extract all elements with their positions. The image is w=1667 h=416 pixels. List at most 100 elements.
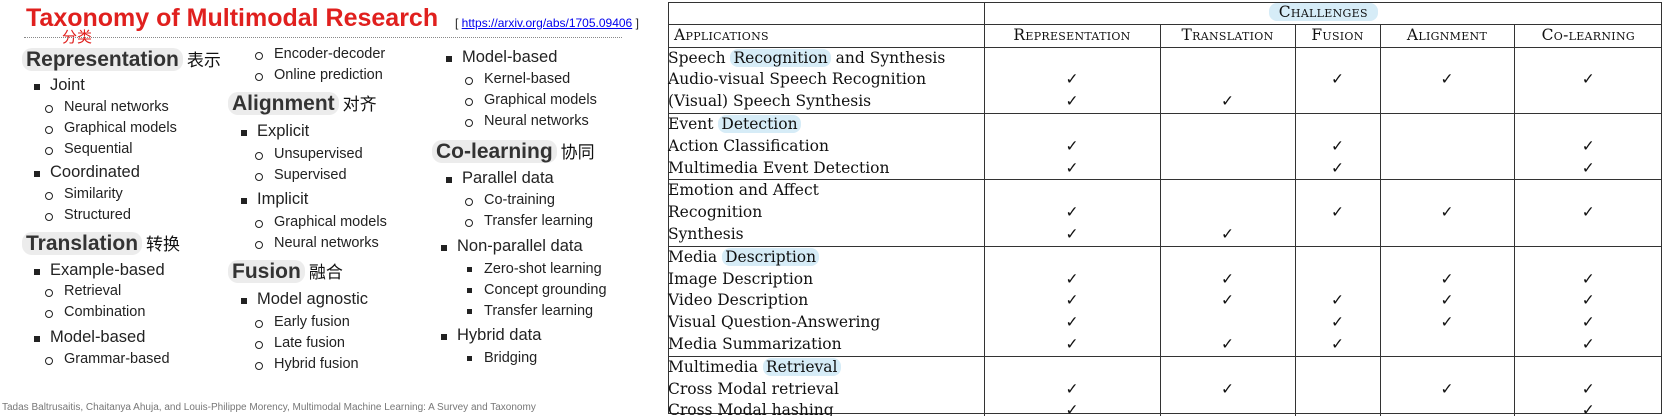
category-alignment: Alignment 对齐: [228, 90, 377, 116]
category-translation: Translation 转换: [22, 230, 180, 256]
list-item: Neural networks: [465, 113, 589, 129]
checkmark-icon: ✓: [1513, 400, 1663, 416]
checkmark-icon: ✓: [983, 290, 1160, 313]
application-name: Video Description: [668, 291, 809, 310]
category-fusion: Fusion 融合: [228, 258, 343, 284]
application-name: Cross Modal hashing: [668, 401, 834, 416]
group-row: Event Detection: [668, 112, 1663, 136]
application-name: Image Description: [668, 269, 814, 288]
checkmark-icon: ✓: [1379, 202, 1514, 224]
subcategory-coordinated: Coordinated: [34, 163, 140, 181]
table-row: Cross Modal retrieval ✓ ✓ ✓ ✓: [668, 378, 1663, 401]
empty-cell: [1379, 400, 1514, 416]
list-item: Transfer learning: [464, 213, 594, 229]
title-divider: [24, 37, 622, 38]
list-item: Graphical models: [255, 214, 387, 230]
list-item: Online prediction: [255, 67, 383, 83]
checkmark-icon: ✓: [983, 157, 1160, 180]
column-header: Fusion: [1294, 23, 1380, 48]
checkmark-icon: ✓: [1513, 69, 1663, 92]
checkmark-icon: ✓: [1513, 268, 1663, 291]
subcategory-explicit: Explicit: [240, 122, 310, 140]
table-body: Speech Recognition and Synthesis Audio-vi…: [668, 46, 1663, 416]
empty-cell: [1159, 202, 1295, 224]
list-item: Co-training: [465, 192, 555, 208]
category-representation: Representation 表示: [22, 46, 221, 72]
application-name: Action Classification: [668, 136, 829, 155]
group-row: Speech Recognition and Synthesis: [668, 46, 1663, 70]
checkmark-icon: ✓: [1513, 290, 1663, 313]
application-name: Cross Modal retrieval: [668, 379, 839, 398]
application-name: Synthesis: [668, 224, 744, 243]
empty-cell: [1379, 91, 1514, 114]
column-header: Representation: [983, 23, 1160, 48]
checkmark-icon: ✓: [1294, 290, 1380, 313]
column-header-row: Applications Representation Translation …: [668, 23, 1663, 48]
list-item: Hybrid fusion: [255, 356, 359, 372]
checkmark-icon: ✓: [983, 400, 1160, 416]
checkmark-icon: ✓: [1379, 268, 1514, 291]
challenges-header-row: Challenges: [668, 2, 1663, 25]
applications-table: Challenges Applications Representation T…: [668, 2, 1663, 416]
checkmark-icon: ✓: [1379, 69, 1514, 92]
applications-header: Applications: [668, 23, 984, 48]
list-item: Neural networks: [45, 99, 169, 115]
group-name: Emotion and Affect: [668, 179, 984, 203]
column-header: Co-learning: [1513, 23, 1663, 48]
checkmark-icon: ✓: [983, 223, 1160, 247]
citation-credit: Tadas Baltrusaitis, Chaitanya Ahuja, and…: [2, 402, 536, 413]
subcategory-model-agnostic: Model agnostic: [241, 290, 368, 308]
arxiv-link[interactable]: https://arxiv.org/abs/1705.09406: [462, 16, 633, 30]
list-item: Bridging: [466, 350, 538, 366]
checkmark-icon: ✓: [983, 268, 1160, 291]
checkmark-icon: ✓: [983, 378, 1160, 401]
challenges-header: Challenges: [983, 2, 1663, 25]
checkmark-icon: ✓: [1379, 378, 1514, 401]
list-item: Late fusion: [255, 335, 345, 351]
checkmark-icon: ✓: [983, 69, 1160, 92]
list-item: Supervised: [255, 167, 347, 183]
group-name: Speech Recognition and Synthesis: [668, 46, 984, 70]
empty-cell: [1159, 312, 1295, 334]
application-name: (Visual) Speech Synthesis: [668, 92, 872, 111]
list-item: Neural networks: [255, 235, 379, 251]
list-item: Retrieval: [44, 283, 122, 299]
empty-cell: [1294, 400, 1380, 416]
empty-cell: [1159, 135, 1295, 158]
list-item: Encoder-decoder: [254, 46, 386, 62]
empty-cell: [1379, 135, 1514, 158]
checkmark-icon: ✓: [1513, 157, 1663, 180]
list-item: Zero-shot learning: [467, 261, 602, 277]
list-item: Kernel-based: [464, 71, 571, 87]
group-row: Multimedia Retrieval: [668, 355, 1663, 379]
empty-cell: [1159, 69, 1295, 92]
checkmark-icon: ✓: [1159, 378, 1295, 401]
checkmark-icon: ✓: [1513, 312, 1663, 334]
checkmark-icon: ✓: [1159, 333, 1295, 357]
checkmark-icon: ✓: [1294, 333, 1380, 357]
checkmark-icon: ✓: [983, 135, 1160, 158]
table-row: Synthesis ✓ ✓: [668, 223, 1663, 247]
table-row: Cross Modal hashing ✓ ✓: [668, 400, 1663, 416]
list-item: Transfer learning: [466, 303, 594, 319]
subcategory-hybrid-data: Hybrid data: [440, 326, 542, 344]
application-name: Visual Question-Answering: [668, 313, 881, 332]
table-row: Media Summarization ✓ ✓ ✓ ✓: [668, 333, 1663, 357]
category-colearning: Co-learning 协同: [432, 138, 595, 164]
table-row: Video Description ✓ ✓ ✓ ✓ ✓: [668, 290, 1663, 313]
list-item: Sequential: [45, 141, 133, 157]
table-row: Audio-visual Speech Recognition ✓ ✓ ✓ ✓: [668, 69, 1663, 92]
checkmark-icon: ✓: [1513, 333, 1663, 357]
checkmark-icon: ✓: [1159, 223, 1295, 247]
list-item: Unsupervised: [255, 146, 363, 162]
checkmark-icon: ✓: [1159, 290, 1295, 313]
application-name: Multimedia Event Detection: [668, 158, 890, 177]
empty-cell: [1294, 223, 1380, 247]
empty-cell: [1513, 223, 1663, 247]
empty-cell: [1159, 157, 1295, 180]
empty-cell: [1379, 157, 1514, 180]
list-item: Concept grounding: [467, 282, 607, 298]
list-item: Combination: [44, 304, 146, 320]
checkmark-icon: ✓: [1513, 135, 1663, 158]
applications-table-panel: Challenges Applications Representation T…: [668, 0, 1667, 416]
